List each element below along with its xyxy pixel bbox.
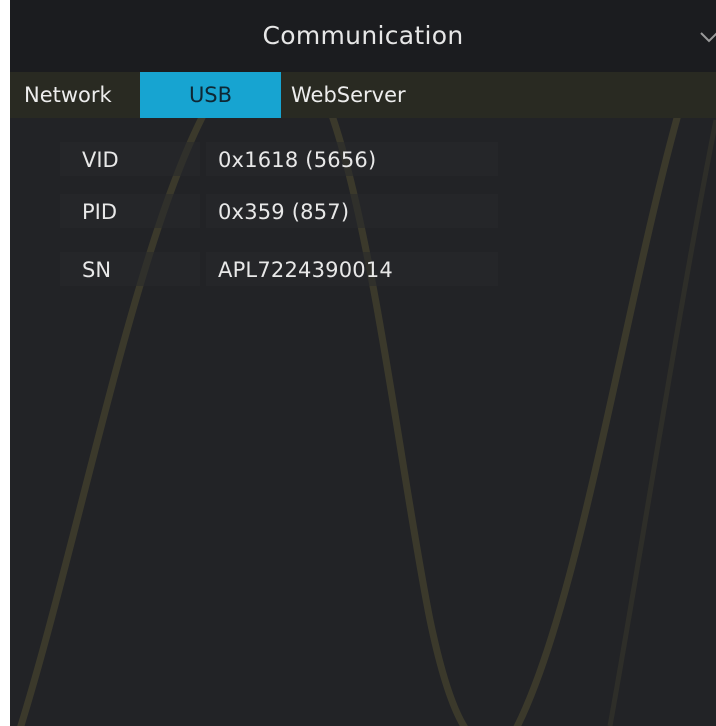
tab-network[interactable]: Network — [24, 72, 140, 118]
communication-panel: Communication Network USB WebServer VID … — [10, 0, 716, 726]
chevron-down-icon[interactable] — [698, 26, 716, 48]
tab-webserver[interactable]: WebServer — [291, 72, 441, 118]
usb-info-row-vid: VID 0x1618 (5656) — [10, 138, 716, 182]
pid-value: 0x359 (857) — [218, 200, 350, 224]
panel-title: Communication — [262, 21, 464, 50]
vid-label: VID — [82, 148, 119, 172]
vid-value: 0x1618 (5656) — [218, 148, 377, 172]
row-label-background — [60, 252, 200, 286]
tab-usb[interactable]: USB — [140, 72, 281, 118]
sn-value: APL7224390014 — [218, 258, 393, 282]
row-label-background — [60, 142, 200, 176]
usb-info-row-pid: PID 0x359 (857) — [10, 190, 716, 234]
usb-info-row-sn: SN APL7224390014 — [10, 248, 716, 292]
sn-label: SN — [82, 258, 112, 282]
tab-bar: Network USB WebServer — [10, 72, 716, 118]
pid-label: PID — [82, 200, 118, 224]
row-label-background — [60, 194, 200, 228]
panel-header: Communication — [10, 0, 716, 72]
